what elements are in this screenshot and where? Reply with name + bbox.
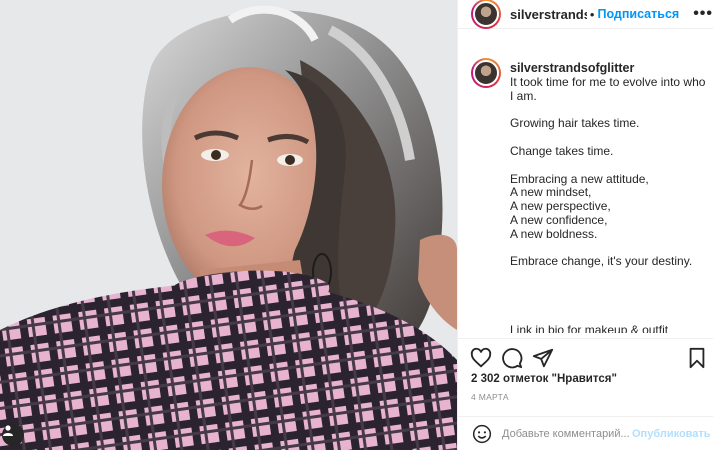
post-date[interactable]: 4 МАРТА: [471, 392, 509, 402]
bookmark-icon[interactable]: [687, 347, 709, 369]
action-bar: [458, 338, 713, 374]
caption-line: [510, 283, 707, 297]
caption-avatar[interactable]: [471, 58, 501, 88]
comment-input[interactable]: [502, 427, 630, 440]
caption-line: Link in bio for makeup & outfit: [510, 323, 669, 333]
more-icon[interactable]: •••: [693, 5, 713, 23]
emoji-icon[interactable]: [472, 424, 492, 444]
comment-bar: Опубликовать: [458, 416, 713, 450]
caption-line: Growing hair takes time.: [510, 116, 640, 131]
caption-username[interactable]: silverstrandsofglitter: [510, 61, 634, 75]
post-caption: silverstrandsofglitter It took time for …: [471, 58, 707, 333]
post-modal: silverstrandsofglitt • Подписаться ••• s…: [0, 0, 713, 450]
author-username[interactable]: silverstrandsofglitt: [510, 7, 587, 22]
caption-line: Embracing a new attitude,: [510, 171, 649, 186]
header-separator: •: [589, 6, 595, 22]
portrait-image: [0, 0, 457, 450]
caption-line: [510, 297, 707, 311]
caption-line: Embrace change, it's your destiny.: [510, 254, 693, 269]
post-header: silverstrandsofglitt • Подписаться •••: [458, 0, 713, 29]
post-photo[interactable]: [0, 0, 457, 450]
caption-line: A new mindset,: [510, 185, 592, 200]
caption-line: [510, 242, 707, 256]
caption-line: [510, 104, 707, 118]
caption-line: [510, 131, 707, 145]
caption-line: [510, 311, 707, 325]
comment-icon[interactable]: [501, 347, 523, 369]
publish-button[interactable]: Опубликовать: [632, 428, 711, 440]
caption-line: A new perspective,: [510, 199, 611, 214]
user-tag-icon[interactable]: [2, 424, 24, 446]
caption-line: I am.: [510, 88, 537, 103]
likes-count[interactable]: 2 302 отметок "Нравится": [471, 373, 617, 385]
author-avatar[interactable]: [471, 0, 501, 29]
heart-icon[interactable]: [470, 347, 492, 369]
caption-text: It took time for me to evolve into who I …: [510, 75, 707, 333]
caption-line: [510, 159, 707, 173]
caption-line: It took time for me to evolve into who: [510, 75, 706, 89]
caption-line: A new confidence,: [510, 212, 608, 227]
caption-line: A new boldness.: [510, 226, 598, 241]
share-icon[interactable]: [532, 347, 554, 369]
post-side-panel: silverstrandsofglitt • Подписаться ••• s…: [457, 0, 713, 450]
follow-button[interactable]: Подписаться: [597, 7, 679, 21]
caption-line: [510, 269, 707, 283]
caption-line: Change takes time.: [510, 143, 614, 158]
